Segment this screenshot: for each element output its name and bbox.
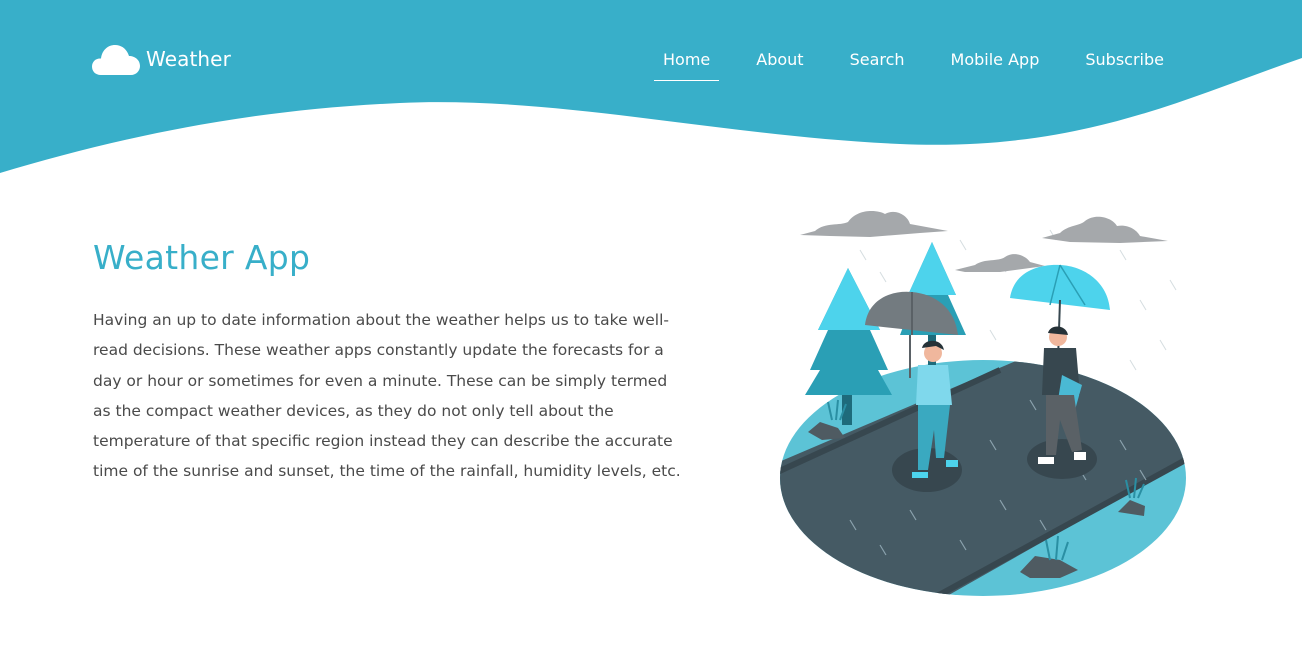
cloud-icon xyxy=(1042,216,1168,243)
nav-home[interactable]: Home xyxy=(654,50,720,81)
rainy-day-illustration xyxy=(780,211,1186,596)
brand-name: Weather xyxy=(146,47,231,71)
nav-search[interactable]: Search xyxy=(841,50,914,81)
brand-logo[interactable]: Weather xyxy=(92,42,231,76)
nav-subscribe[interactable]: Subscribe xyxy=(1076,50,1173,81)
cloud-icon xyxy=(800,211,948,237)
hero-description: Having an up to date information about t… xyxy=(93,311,681,481)
cloud-icon xyxy=(92,45,140,75)
hero-title: Weather App xyxy=(93,238,311,277)
main-nav: Home About Search Mobile App Subscribe xyxy=(654,50,1173,81)
cloud-icon xyxy=(955,254,1045,272)
nav-about[interactable]: About xyxy=(747,50,812,81)
nav-mobile-app[interactable]: Mobile App xyxy=(942,50,1049,81)
header-wave-background xyxy=(0,0,1302,173)
